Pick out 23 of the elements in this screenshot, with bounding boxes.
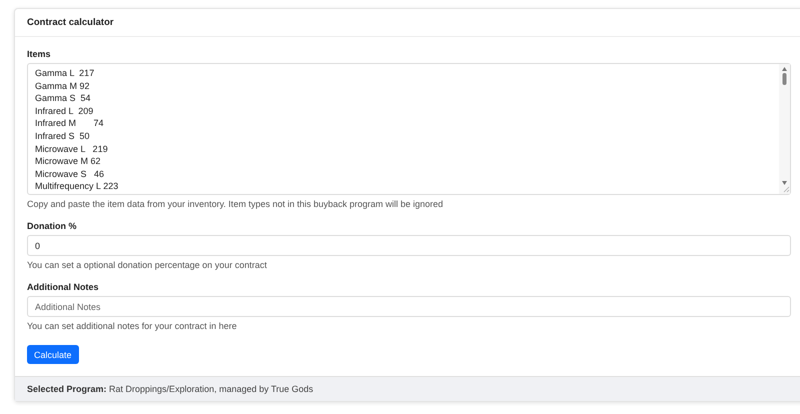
item-line: Microwave M 62 — [35, 155, 102, 168]
help-text: Copy and paste the item data from your inventory. Item types not in this buyback program will be ignored — [27, 199, 444, 209]
item-line: Gamma S 54 — [35, 92, 92, 105]
item-line: Infrared M 74 — [35, 117, 105, 130]
notes-field[interactable]: Additional Notes — [27, 296, 791, 317]
item-line: Infrared S 50 — [35, 130, 91, 143]
item-line: Microwave L 219 — [35, 142, 109, 156]
notes-label: Additional Notes — [27, 282, 100, 292]
items-field[interactable]: Gamma L 217 Gamma M 92 Gamma S 54 Infrared L 209 Infrared M 74 Infrared S 50 Microwave L 219 Microwave M 62 Microwave S 46 Multifrequency L 223 — [27, 63, 791, 195]
item-line: Multifrequency L 223 — [35, 180, 120, 193]
footer-text: Selected Program: Rat Droppings/Exploration, managed by True Gods — [15, 376, 800, 401]
item-line: Microwave S 46 — [35, 168, 106, 180]
item-line: Gamma M 92 — [35, 80, 91, 92]
calculate-button[interactable]: Calculate — [27, 345, 79, 364]
donation-field[interactable]: 0 — [27, 235, 791, 256]
item-line: Infrared L 209 — [35, 104, 94, 118]
card-title: Contract calculator — [15, 9, 800, 37]
help-text: You can set additional notes for your contract in here — [27, 321, 238, 331]
item-line: Gamma L 217 — [35, 67, 96, 80]
donation-label: Donation % — [27, 221, 78, 231]
scrollbar-drawing[interactable] — [779, 64, 790, 194]
items-label: Items — [27, 49, 52, 59]
help-text: You can set a optional donation percentage on your contract — [27, 260, 268, 270]
